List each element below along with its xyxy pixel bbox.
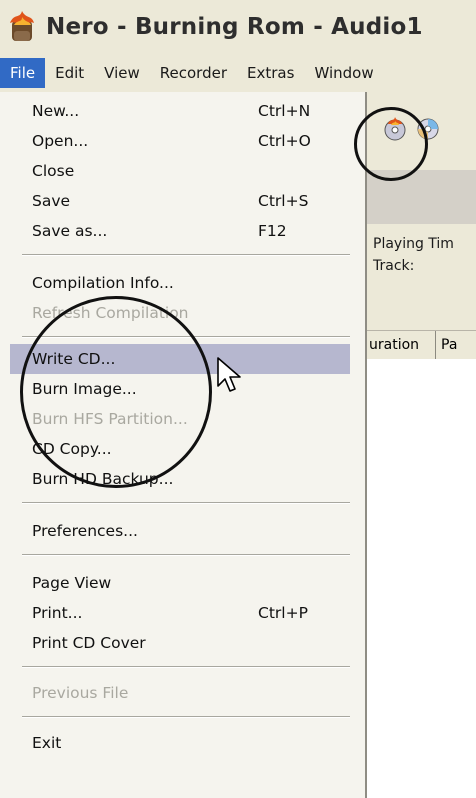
menu-item-page-view[interactable]: Page View [10, 568, 350, 598]
menu-item-save-as[interactable]: Save as... F12 [10, 216, 350, 246]
title-bar: Nero - Burning Rom - Audio1 [0, 0, 476, 54]
menu-separator [22, 254, 350, 256]
shortcut-save: Ctrl+S [258, 192, 309, 210]
column-pause[interactable]: Pa [437, 331, 457, 359]
menu-item-preferences[interactable]: Preferences... [10, 516, 350, 546]
playing-time-label: Playing Tim [373, 236, 454, 252]
menu-bar: File Edit View Recorder Extras Window [0, 54, 476, 92]
menu-item-open[interactable]: Open... Ctrl+O [10, 126, 350, 156]
menu-separator [22, 666, 350, 668]
list-headers: uration Pa [365, 330, 476, 360]
annotation-circle-toolbar [354, 107, 428, 181]
menu-item-print-cd-cover[interactable]: Print CD Cover [10, 628, 350, 658]
annotation-circle-write-cd [20, 296, 212, 488]
shortcut-new: Ctrl+N [258, 102, 311, 120]
window-title: Nero - Burning Rom - Audio1 [46, 14, 423, 40]
nero-flame-icon [4, 9, 40, 45]
menu-separator [22, 502, 350, 504]
menu-window[interactable]: Window [304, 58, 383, 88]
menu-item-close[interactable]: Close [10, 156, 350, 186]
shortcut-save-as: F12 [258, 222, 287, 240]
menu-separator [22, 554, 350, 556]
track-label: Track: [373, 258, 415, 274]
info-panel: Playing Tim Track: [365, 224, 476, 296]
menu-item-previous-file: Previous File [32, 684, 129, 702]
menu-extras[interactable]: Extras [237, 58, 304, 88]
menu-item-exit[interactable]: Exit [10, 728, 350, 758]
mouse-cursor-icon [217, 357, 241, 392]
menu-file[interactable]: File [0, 58, 46, 88]
menu-separator [22, 716, 350, 718]
column-duration[interactable]: uration [365, 331, 436, 359]
shortcut-open: Ctrl+O [258, 132, 311, 150]
menu-item-save[interactable]: Save Ctrl+S [10, 186, 350, 216]
menu-item-print[interactable]: Print... Ctrl+P [10, 598, 350, 628]
menu-item-compilation-info[interactable]: Compilation Info... [10, 268, 350, 298]
menu-view[interactable]: View [94, 58, 150, 88]
track-list [365, 359, 476, 798]
menu-recorder[interactable]: Recorder [150, 58, 237, 88]
menu-item-new[interactable]: New... Ctrl+N [10, 96, 350, 126]
menu-edit[interactable]: Edit [45, 58, 94, 88]
shortcut-print: Ctrl+P [258, 604, 308, 622]
